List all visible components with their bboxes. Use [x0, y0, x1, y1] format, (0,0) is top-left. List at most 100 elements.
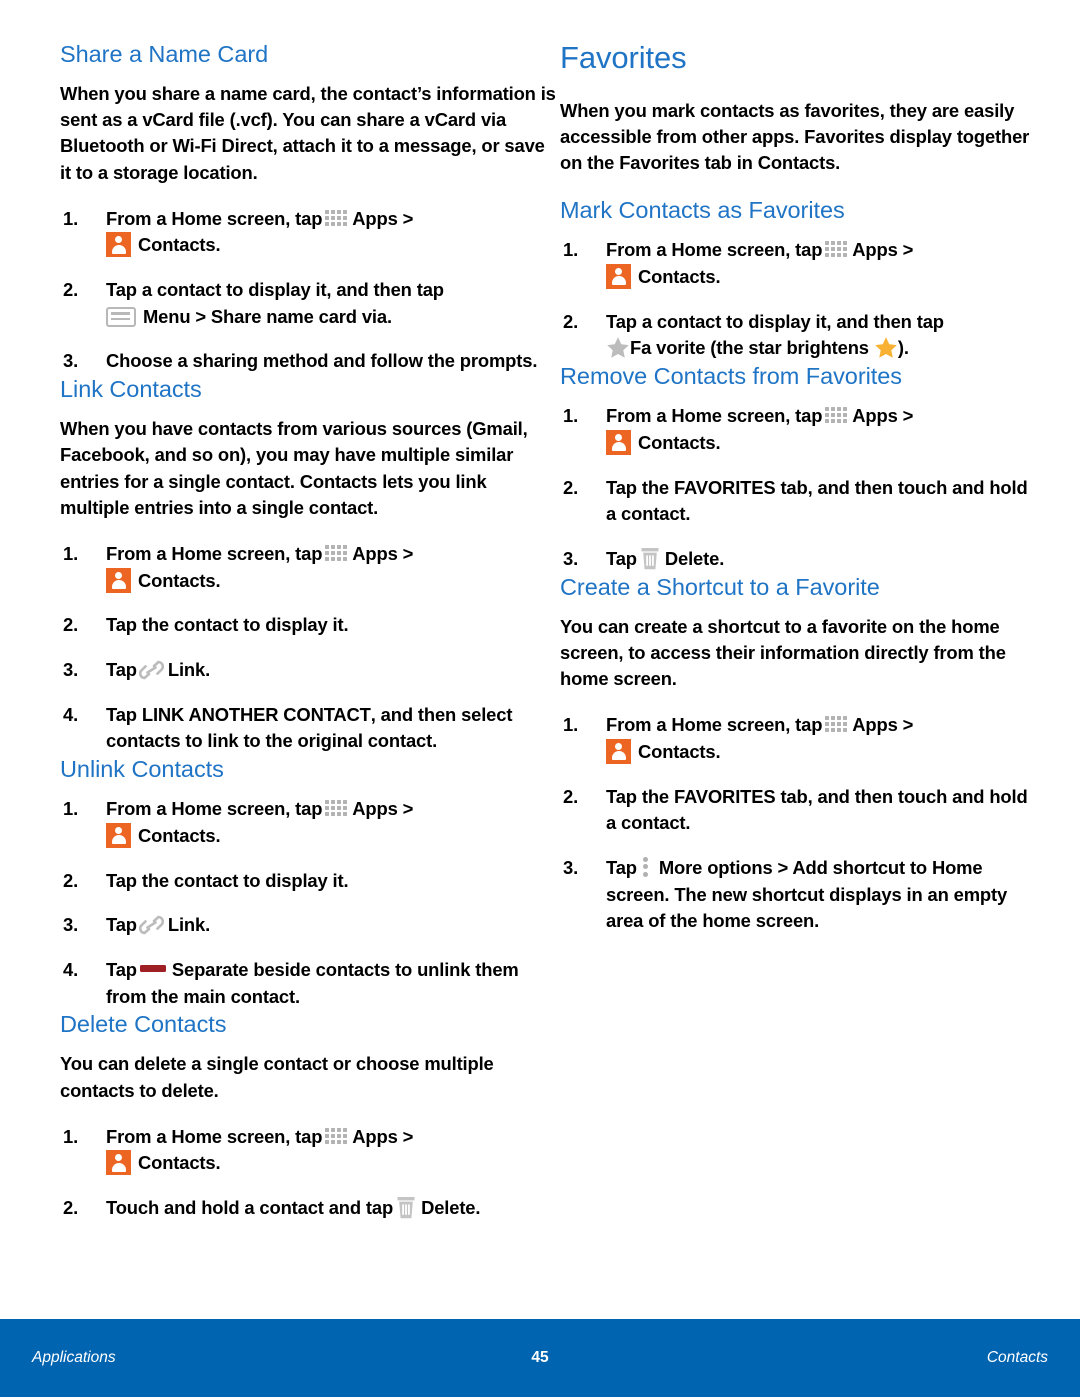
step-item: 1. From a Home screen, tap Apps > Contacts…	[60, 206, 560, 259]
contacts-label: Contacts	[638, 265, 716, 287]
steps-remove-contacts-from-favorites: 1. From a Home screen, tap Apps > Contacts…	[560, 403, 1030, 572]
contacts-label: Contacts	[138, 234, 216, 256]
steps-create-a-shortcut: 1. From a Home screen, tap Apps > Contacts…	[560, 712, 1030, 935]
step-number: 1.	[63, 542, 79, 564]
apps-grid-icon	[825, 713, 851, 735]
step-number: 4.	[63, 958, 79, 980]
step-number: 3.	[63, 350, 79, 372]
step-item: 1. From a Home screen, tap Apps > Contacts…	[60, 796, 560, 849]
separate-icon	[139, 964, 166, 972]
step-text: From a Home screen, tap	[606, 239, 823, 261]
apps-label: Apps >	[352, 207, 414, 229]
separate-label: Separate	[171, 958, 249, 980]
step-period: .	[215, 824, 221, 846]
step-item: 2. Tap the contact to display it.	[60, 868, 560, 895]
step-text: From a Home screen, tap	[606, 714, 823, 736]
step-text: From a Home screen, tap	[106, 1125, 323, 1147]
paragraph-link-contacts: When you have contacts from various sour…	[60, 418, 528, 518]
steps-link-contacts: 1. From a Home screen, tap Apps > Contacts…	[60, 541, 560, 755]
contacts-app-icon	[106, 822, 131, 848]
apps-grid-icon	[825, 238, 851, 260]
document-page: Share a Name Card When you share a name …	[0, 0, 1080, 1397]
contacts-app-icon	[606, 738, 631, 764]
paragraph-create-a-shortcut: You can create a shortcut to a favorite …	[560, 615, 1006, 690]
star-outline-icon	[606, 336, 630, 359]
steps-mark-contacts-as-favorites: 1. From a Home screen, tap Apps > Contacts…	[560, 237, 1030, 362]
contacts-label: Contacts	[638, 740, 716, 762]
heading-remove-contacts-from-favorites: Remove Contacts from Favorites	[560, 362, 902, 389]
step-number: 2.	[63, 1197, 79, 1219]
step-text: From a Home screen, tap	[106, 207, 323, 229]
heading-delete-contacts: Delete Contacts	[60, 1011, 227, 1038]
step-text: Tap	[106, 958, 137, 980]
footer-page-number: 45	[531, 1349, 549, 1366]
heading-share-a-name-card: Share a Name Card	[60, 41, 269, 67]
delete-label: Delete	[421, 1197, 476, 1219]
step-text: Tap	[606, 547, 637, 569]
step-text: From a Home screen, tap	[606, 405, 823, 427]
step-number: 1.	[563, 239, 579, 261]
step-number: 3.	[63, 914, 79, 936]
paragraph-share-a-name-card: When you share a name card, the contact’…	[60, 83, 556, 183]
step-item: 2. Touch and hold a contact and tap Delete…	[60, 1195, 560, 1222]
star-filled-icon	[874, 336, 898, 359]
steps-delete-contacts: 1. From a Home screen, tap Apps > Contacts…	[60, 1124, 560, 1222]
contacts-label: Contacts	[138, 1152, 216, 1174]
step-period: .	[215, 234, 221, 256]
step-number: 2.	[63, 614, 79, 636]
step-period: .	[215, 1152, 221, 1174]
step-text: From a Home screen, tap	[106, 542, 323, 564]
step-text: Tap the	[606, 785, 669, 807]
step-period: .	[205, 658, 211, 680]
apps-grid-icon	[325, 797, 351, 819]
step-text: Tap the	[606, 476, 669, 498]
step-item: 2. Tap the contact to display it.	[60, 612, 560, 639]
step-text: Tap the contact to display it.	[106, 869, 349, 891]
step-item: 3. Tap More options > Add shortcut to Home…	[560, 855, 1030, 935]
step-number: 3.	[63, 658, 79, 680]
contacts-label: Contacts	[138, 569, 216, 591]
favorites-tab-label: FAVORITES	[673, 785, 776, 807]
step-text-rest: (the star brightens	[710, 337, 869, 359]
heading-mark-contacts-as-favorites: Mark Contacts as Favorites	[560, 197, 845, 224]
step-number: 4.	[63, 703, 79, 725]
step-text: Touch and hold a contact and tap	[106, 1197, 394, 1219]
contacts-app-icon	[106, 567, 131, 593]
step-text-rest: tab, and then touch and hold a contact.	[606, 785, 1028, 834]
step-text-end: ).	[897, 337, 909, 359]
step-number: 1.	[563, 405, 579, 427]
step-item: 1. From a Home screen, tap Apps > Contacts…	[560, 237, 1030, 290]
page-footer: Applications 45 Contacts	[0, 1319, 1080, 1397]
step-text-rest: . The new shortcut displays in an empty …	[606, 883, 1008, 932]
footer-chapter-label: Contacts	[986, 1349, 1048, 1366]
contacts-label: Contacts	[638, 431, 716, 453]
step-text: From a Home screen, tap	[106, 798, 323, 820]
heading-link-contacts: Link Contacts	[60, 376, 202, 403]
step-item: 2. Tap a contact to display it, and then …	[60, 277, 560, 330]
paragraph-favorites: When you mark contacts as favorites, the…	[560, 99, 1030, 173]
step-item: 4. Tap Separate beside contacts to unlink …	[60, 957, 560, 1010]
step-text: Tap	[106, 703, 137, 725]
step-text: Tap a contact to display it, and then ta…	[606, 310, 944, 332]
menu-share-label: Menu > Share name card via	[143, 305, 387, 327]
link-label: Link	[167, 658, 206, 680]
step-item: 3. Tap Link.	[60, 912, 560, 939]
contacts-app-icon	[106, 232, 131, 258]
step-number: 2.	[63, 869, 79, 891]
more-options-icon	[642, 856, 650, 878]
apps-label: Apps >	[852, 405, 914, 427]
step-number: 3.	[563, 547, 579, 569]
step-period: .	[715, 265, 721, 287]
link-label: Link	[167, 914, 206, 936]
steps-unlink-contacts: 1. From a Home screen, tap Apps > Contacts…	[60, 796, 560, 1010]
favorites-tab-label: FAVORITES	[673, 476, 776, 498]
step-item: 1. From a Home screen, tap Apps > Contacts…	[560, 712, 1030, 765]
step-item: 3. Tap Delete.	[560, 546, 1030, 573]
left-column: Share a Name Card When you share a name …	[60, 40, 560, 1222]
step-item: 1. From a Home screen, tap Apps > Contacts…	[60, 1124, 560, 1177]
heading-unlink-contacts: Unlink Contacts	[60, 755, 224, 782]
apps-grid-icon	[825, 404, 851, 426]
menu-icon	[106, 306, 136, 327]
step-period: .	[719, 547, 725, 569]
step-period: .	[386, 305, 392, 327]
